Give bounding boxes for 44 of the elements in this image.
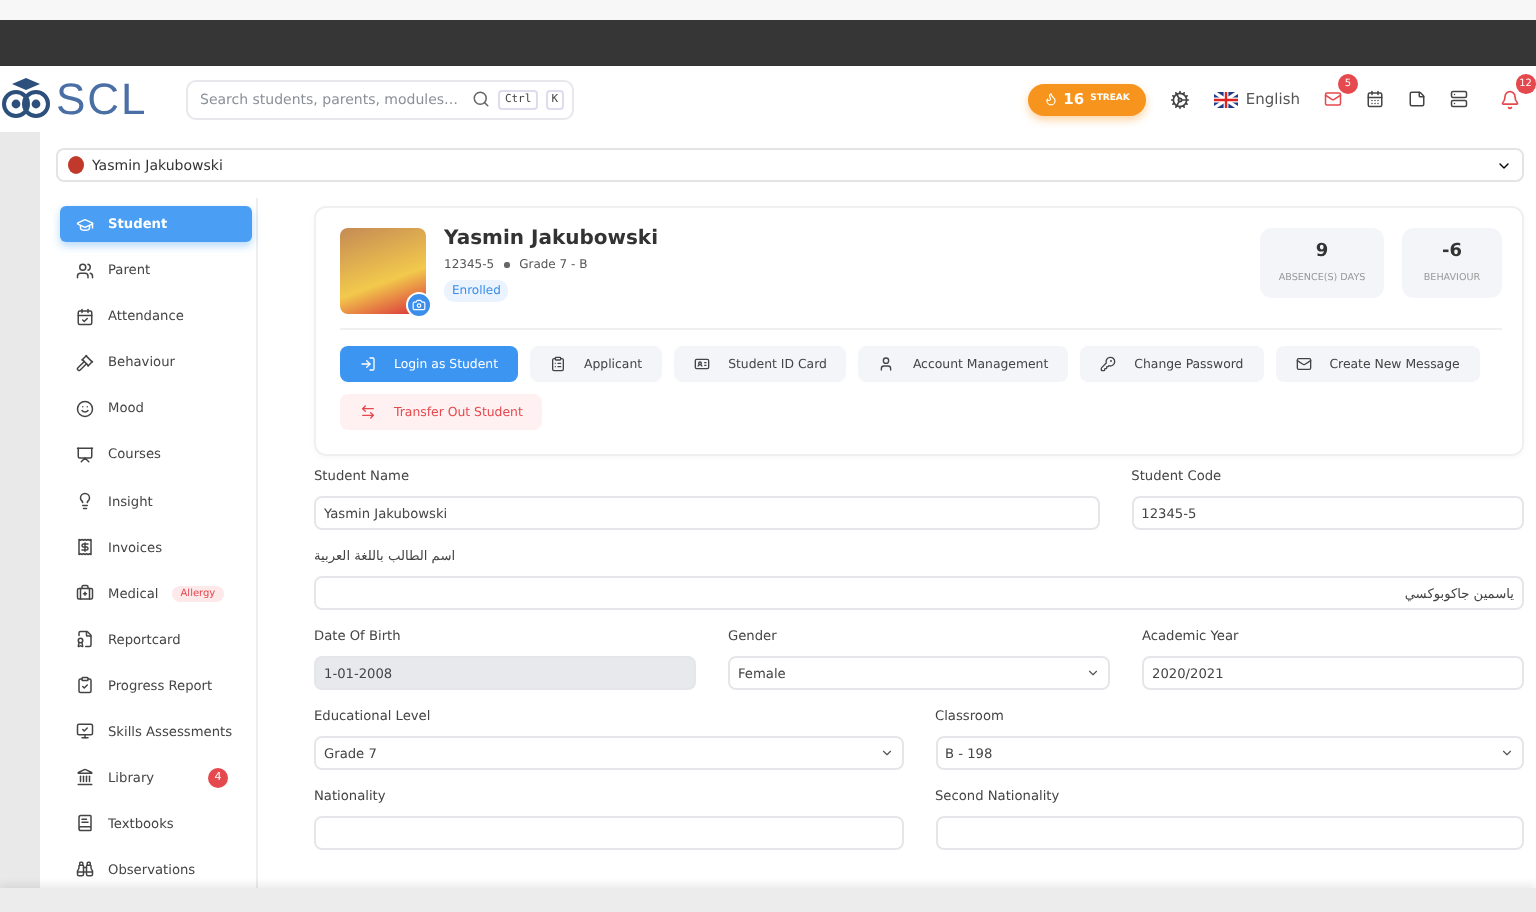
id-card-icon (694, 356, 711, 372)
bank-icon (76, 768, 94, 787)
people-icon (76, 261, 94, 280)
clipboard-check-icon (76, 676, 94, 695)
avatar-icon (68, 156, 84, 174)
monitor-check-icon (76, 722, 94, 741)
logo-text: SCL (56, 73, 148, 125)
search-icon (472, 90, 491, 108)
student-name: Yasmin Jakubowski (444, 228, 661, 250)
key-icon (1100, 356, 1117, 372)
smile-icon (76, 399, 94, 418)
clipboard-icon (550, 356, 566, 372)
receipt-icon (76, 538, 94, 557)
presentation-icon (76, 445, 94, 464)
binoculars-icon (76, 860, 94, 879)
login-icon (360, 356, 376, 372)
lightbulb-icon (76, 492, 94, 510)
settings-button[interactable] (1169, 89, 1190, 109)
caret-icon (1500, 746, 1514, 760)
flame-icon (1043, 92, 1058, 106)
separator-dot (504, 262, 510, 268)
note-button[interactable] (1408, 90, 1426, 108)
mail-button[interactable] (1324, 90, 1342, 108)
camera-icon[interactable] (406, 292, 432, 318)
mail-icon (1295, 356, 1312, 372)
notification-button[interactable] (1500, 89, 1520, 109)
user-icon (878, 356, 895, 372)
stat-value: -6 (1442, 242, 1462, 262)
caret-icon (1086, 666, 1100, 680)
stat-value: 9 (1315, 242, 1329, 262)
server-button[interactable] (1450, 90, 1468, 108)
input-field[interactable] (314, 816, 903, 850)
swap-arrows-icon (360, 404, 376, 420)
calendar-check-icon (76, 307, 94, 326)
calendar-button[interactable] (1366, 90, 1384, 108)
input-field[interactable] (935, 816, 1524, 850)
book-icon (76, 814, 94, 833)
uk-flag-icon (1213, 91, 1238, 107)
medical-case-icon (76, 584, 94, 603)
gavel-icon (76, 353, 94, 372)
badge-document-icon (76, 630, 94, 649)
caret-icon (879, 746, 893, 760)
owl-logo-icon (0, 77, 52, 121)
graduate-icon (76, 215, 94, 234)
